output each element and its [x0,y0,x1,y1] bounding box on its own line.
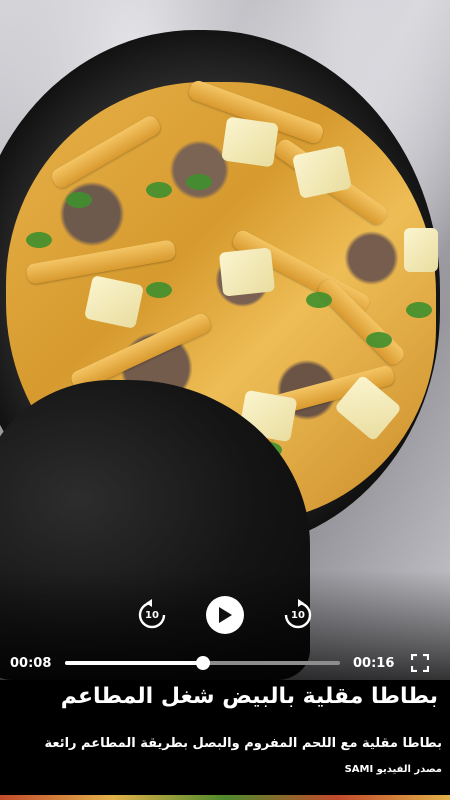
skip-back-button[interactable]: 10 [134,597,170,633]
play-button[interactable] [206,596,244,634]
current-time: 00:08 [10,655,52,671]
skip-back-label: 10 [145,609,159,621]
video-title: بطاطا مقلية بالبيض شغل المطاعم [60,684,438,709]
video-subtitle: بطاطا مقلية مع اللحم المفروم والبصل بطري… [44,736,442,751]
video-source: مصدر الفيديو SAMI [344,764,442,775]
skip-forward-label: 10 [291,609,305,621]
skip-forward-button[interactable]: 10 [280,597,316,633]
playback-controls: 10 10 [0,592,450,638]
seek-bar[interactable] [65,656,340,670]
seek-bar-fill [65,661,203,665]
bottom-image-strip [0,795,450,800]
total-time: 00:16 [353,655,395,671]
fullscreen-icon[interactable] [411,654,429,672]
progress-row: 00:08 00:16 [0,648,450,678]
seek-handle[interactable] [195,656,210,670]
play-icon [219,607,232,623]
video-frame[interactable]: 10 10 00:08 00:16 [0,0,450,680]
